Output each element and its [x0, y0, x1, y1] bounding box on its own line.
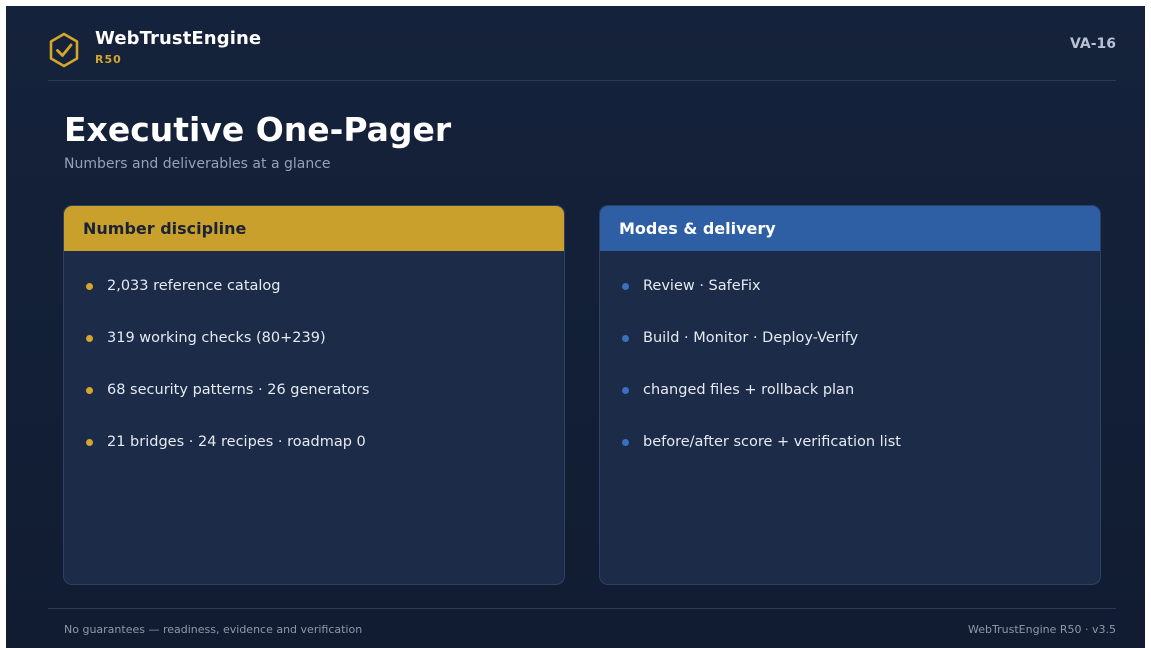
bullet-icon — [86, 334, 93, 342]
list-item-text: changed files + rollback plan — [643, 382, 855, 398]
list-item-text: Build · Monitor · Deploy-Verify — [643, 330, 859, 346]
release-label: R50 — [95, 53, 122, 66]
header: WebTrustEngine R50 VA-16 — [48, 6, 1116, 81]
card-number-discipline: Number discipline 2,033 reference catalo… — [63, 205, 565, 585]
list-item-text: 21 bridges · 24 recipes · roadmap 0 — [107, 434, 366, 450]
bullet-icon — [86, 282, 93, 290]
card-list: Review · SafeFix Build · Monitor · Deplo… — [600, 251, 1100, 453]
bullet-icon — [622, 334, 629, 342]
list-item: 319 working checks (80+239) — [86, 327, 564, 349]
card-modes-delivery: Modes & delivery Review · SafeFix Build … — [599, 205, 1101, 585]
list-item-text: before/after score + verification list — [643, 434, 901, 450]
list-item-text: Review · SafeFix — [643, 278, 761, 294]
slide-code: VA-16 — [1069, 36, 1116, 52]
bullet-icon — [86, 438, 93, 446]
list-item-text: 68 security patterns · 26 generators — [107, 382, 370, 398]
hexagon-check-icon — [49, 32, 79, 68]
bullet-icon — [622, 282, 629, 290]
list-item-text: 2,033 reference catalog — [107, 278, 281, 294]
list-item-text: 319 working checks (80+239) — [107, 330, 326, 346]
footer-disclaimer: No guarantees — readiness, evidence and … — [64, 623, 363, 636]
slide: WebTrustEngine R50 VA-16 Executive One-P… — [6, 6, 1145, 648]
footer-version: WebTrustEngine R50 · v3.5 — [968, 623, 1116, 636]
list-item: Build · Monitor · Deploy-Verify — [622, 327, 1100, 349]
bullet-icon — [622, 438, 629, 446]
list-item: Review · SafeFix — [622, 275, 1100, 297]
card-heading: Modes & delivery — [600, 206, 1100, 251]
footer: No guarantees — readiness, evidence and … — [48, 608, 1116, 648]
list-item: changed files + rollback plan — [622, 379, 1100, 401]
brand-name: WebTrustEngine — [95, 28, 262, 49]
list-item: 2,033 reference catalog — [86, 275, 564, 297]
list-item: 21 bridges · 24 recipes · roadmap 0 — [86, 431, 564, 453]
page-title: Executive One-Pager — [64, 110, 452, 149]
list-item: 68 security patterns · 26 generators — [86, 379, 564, 401]
bullet-icon — [86, 386, 93, 394]
page-subtitle: Numbers and deliverables at a glance — [64, 156, 331, 172]
bullet-icon — [622, 386, 629, 394]
list-item: before/after score + verification list — [622, 431, 1100, 453]
card-list: 2,033 reference catalog 319 working chec… — [64, 251, 564, 453]
card-heading: Number discipline — [64, 206, 564, 251]
